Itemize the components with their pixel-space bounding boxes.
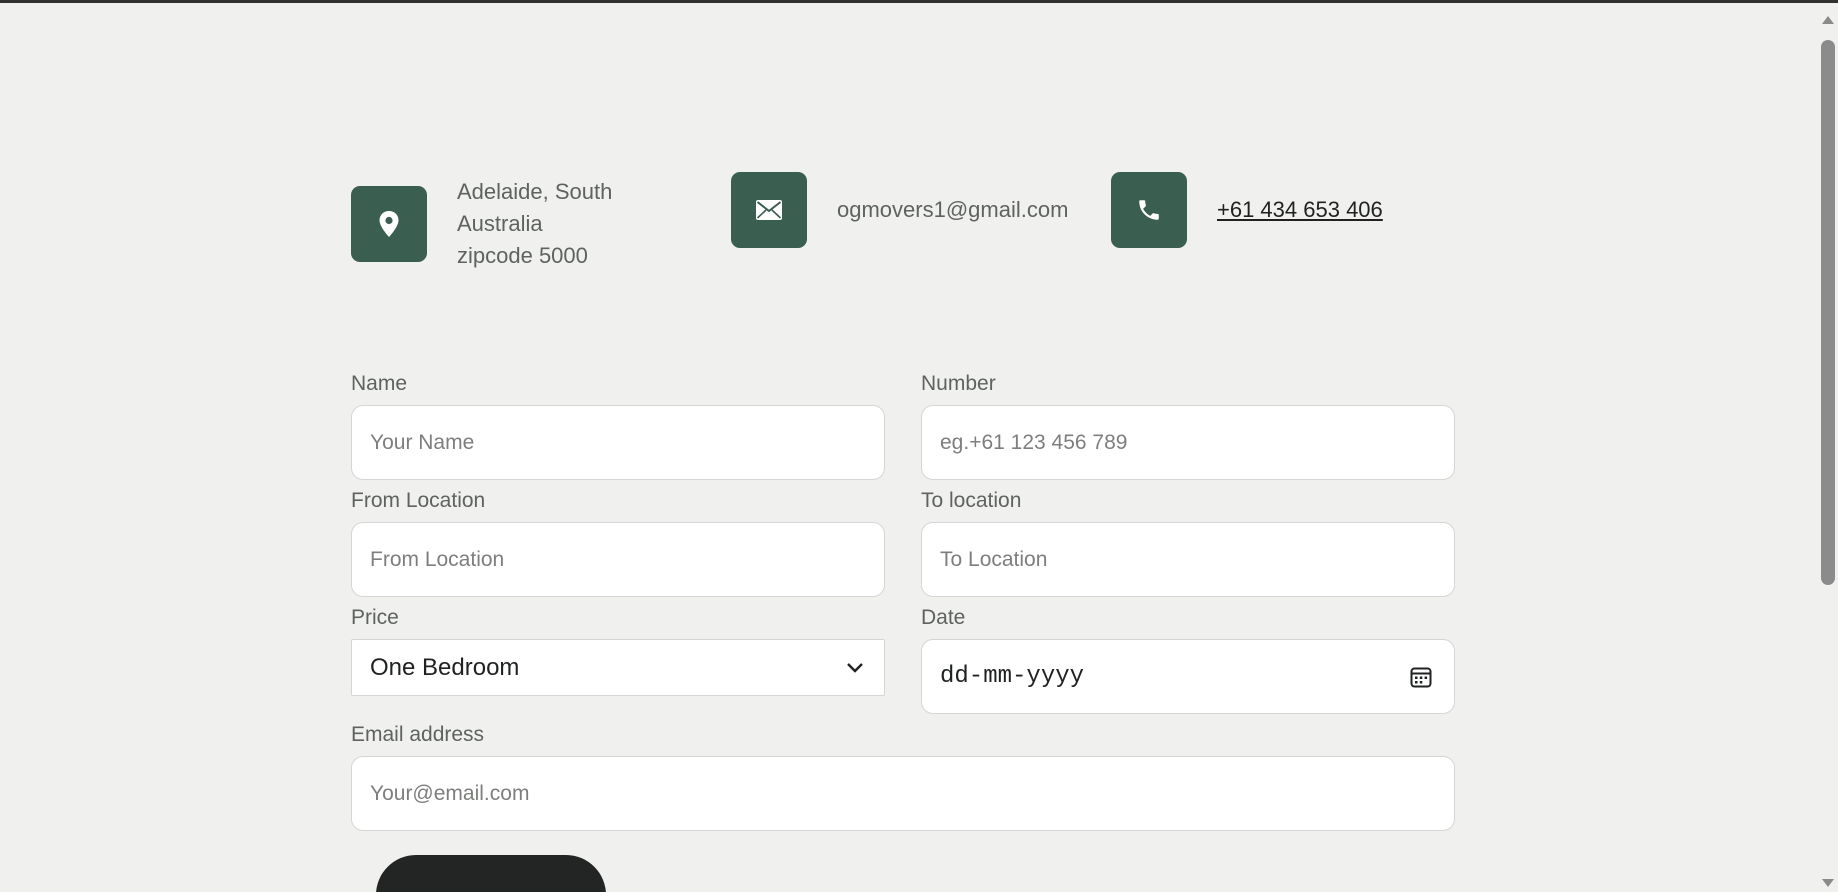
address-line-2: Australia: [457, 211, 543, 236]
date-label: Date: [921, 606, 966, 629]
date-input[interactable]: dd-mm-yyyy: [921, 639, 1455, 714]
address-item: Adelaide, South Australia zipcode 5000: [351, 176, 612, 272]
scroll-up-arrow-icon[interactable]: [1822, 16, 1834, 24]
calendar-icon[interactable]: [1410, 666, 1432, 688]
phone-icon: [1139, 200, 1159, 220]
email-item: ogmovers1@gmail.com: [731, 172, 1068, 248]
to-location-label: To location: [921, 489, 1022, 512]
location-pin-icon: [379, 211, 399, 237]
price-selected-value: One Bedroom: [370, 653, 520, 681]
date-value: dd-mm-yyyy: [940, 663, 1085, 690]
number-input[interactable]: [921, 405, 1455, 480]
to-location-input[interactable]: [921, 522, 1455, 597]
address-line-3: zipcode 5000: [457, 243, 588, 268]
window-top-border: [0, 0, 1838, 3]
name-label: Name: [351, 372, 408, 395]
email-input[interactable]: [351, 756, 1455, 831]
scrollbar-thumb[interactable]: [1821, 40, 1835, 585]
location-icon-box: [351, 186, 427, 262]
get-quote-button[interactable]: Get a Quote: [376, 855, 606, 892]
address-text: Adelaide, South Australia zipcode 5000: [457, 176, 612, 272]
email-text: ogmovers1@gmail.com: [837, 197, 1069, 222]
phone-item: +61 434 653 406: [1111, 172, 1383, 248]
envelope-icon: [756, 200, 782, 220]
phone-link[interactable]: +61 434 653 406: [1217, 194, 1383, 226]
email-label: Email address: [351, 723, 485, 746]
contact-info-row: Adelaide, South Australia zipcode 5000 o…: [351, 172, 1451, 268]
price-label: Price: [351, 606, 399, 629]
address-line-1: Adelaide, South: [457, 179, 613, 204]
number-label: Number: [921, 372, 996, 395]
phone-icon-box: [1111, 172, 1187, 248]
from-location-label: From Location: [351, 489, 486, 512]
from-location-input[interactable]: [351, 522, 885, 597]
email-icon-box: [731, 172, 807, 248]
price-select[interactable]: One Bedroom: [351, 639, 885, 696]
scroll-down-arrow-icon[interactable]: [1822, 879, 1834, 887]
chevron-down-icon: [847, 663, 863, 673]
page-scrollbar[interactable]: [1818, 3, 1838, 892]
name-input[interactable]: [351, 405, 885, 480]
